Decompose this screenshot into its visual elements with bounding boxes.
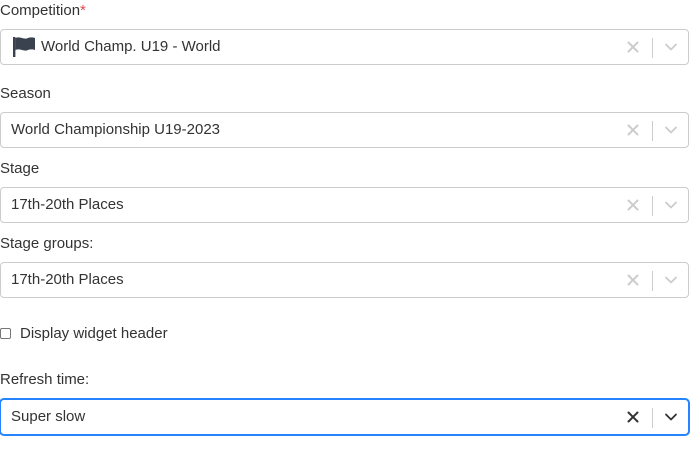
stage-value: 17th-20th Places bbox=[11, 196, 124, 213]
clear-icon[interactable] bbox=[626, 198, 640, 212]
required-mark: * bbox=[80, 2, 86, 19]
stage-label: Stage bbox=[0, 160, 40, 177]
indicator-separator bbox=[652, 121, 653, 141]
refresh-time-value: Super slow bbox=[11, 408, 86, 425]
indicator-separator bbox=[652, 196, 653, 216]
display-header-label[interactable]: Display widget header bbox=[20, 324, 168, 344]
indicator-separator bbox=[652, 38, 653, 58]
stage-groups-label: Stage groups: bbox=[0, 235, 94, 252]
season-select[interactable]: World Championship U19-2023 bbox=[0, 112, 689, 148]
season-label: Season bbox=[0, 85, 51, 102]
clear-icon[interactable] bbox=[626, 40, 640, 54]
stage-groups-value: 17th-20th Places bbox=[11, 271, 124, 288]
clear-icon[interactable] bbox=[626, 273, 640, 287]
indicator-separator bbox=[652, 408, 653, 428]
refresh-time-select[interactable]: Super slow bbox=[0, 399, 689, 435]
display-header-checkbox[interactable] bbox=[0, 328, 11, 339]
chevron-down-icon[interactable] bbox=[664, 40, 678, 54]
chevron-down-icon[interactable] bbox=[664, 198, 678, 212]
season-value: World Championship U19-2023 bbox=[11, 121, 221, 138]
indicator-separator bbox=[652, 271, 653, 291]
chevron-down-icon[interactable] bbox=[664, 410, 678, 424]
chevron-down-icon[interactable] bbox=[664, 123, 678, 137]
refresh-time-label: Refresh time: bbox=[0, 371, 90, 388]
competition-label: Competition* bbox=[0, 2, 86, 19]
competition-value: World Champ. U19 - World bbox=[41, 38, 221, 55]
stage-select[interactable]: 17th-20th Places bbox=[0, 187, 689, 223]
stage-groups-select[interactable]: 17th-20th Places bbox=[0, 262, 689, 298]
competition-select[interactable]: World Champ. U19 - World bbox=[0, 29, 689, 65]
chevron-down-icon[interactable] bbox=[664, 273, 678, 287]
clear-icon[interactable] bbox=[626, 410, 640, 424]
clear-icon[interactable] bbox=[626, 123, 640, 137]
flag-icon bbox=[13, 37, 35, 57]
